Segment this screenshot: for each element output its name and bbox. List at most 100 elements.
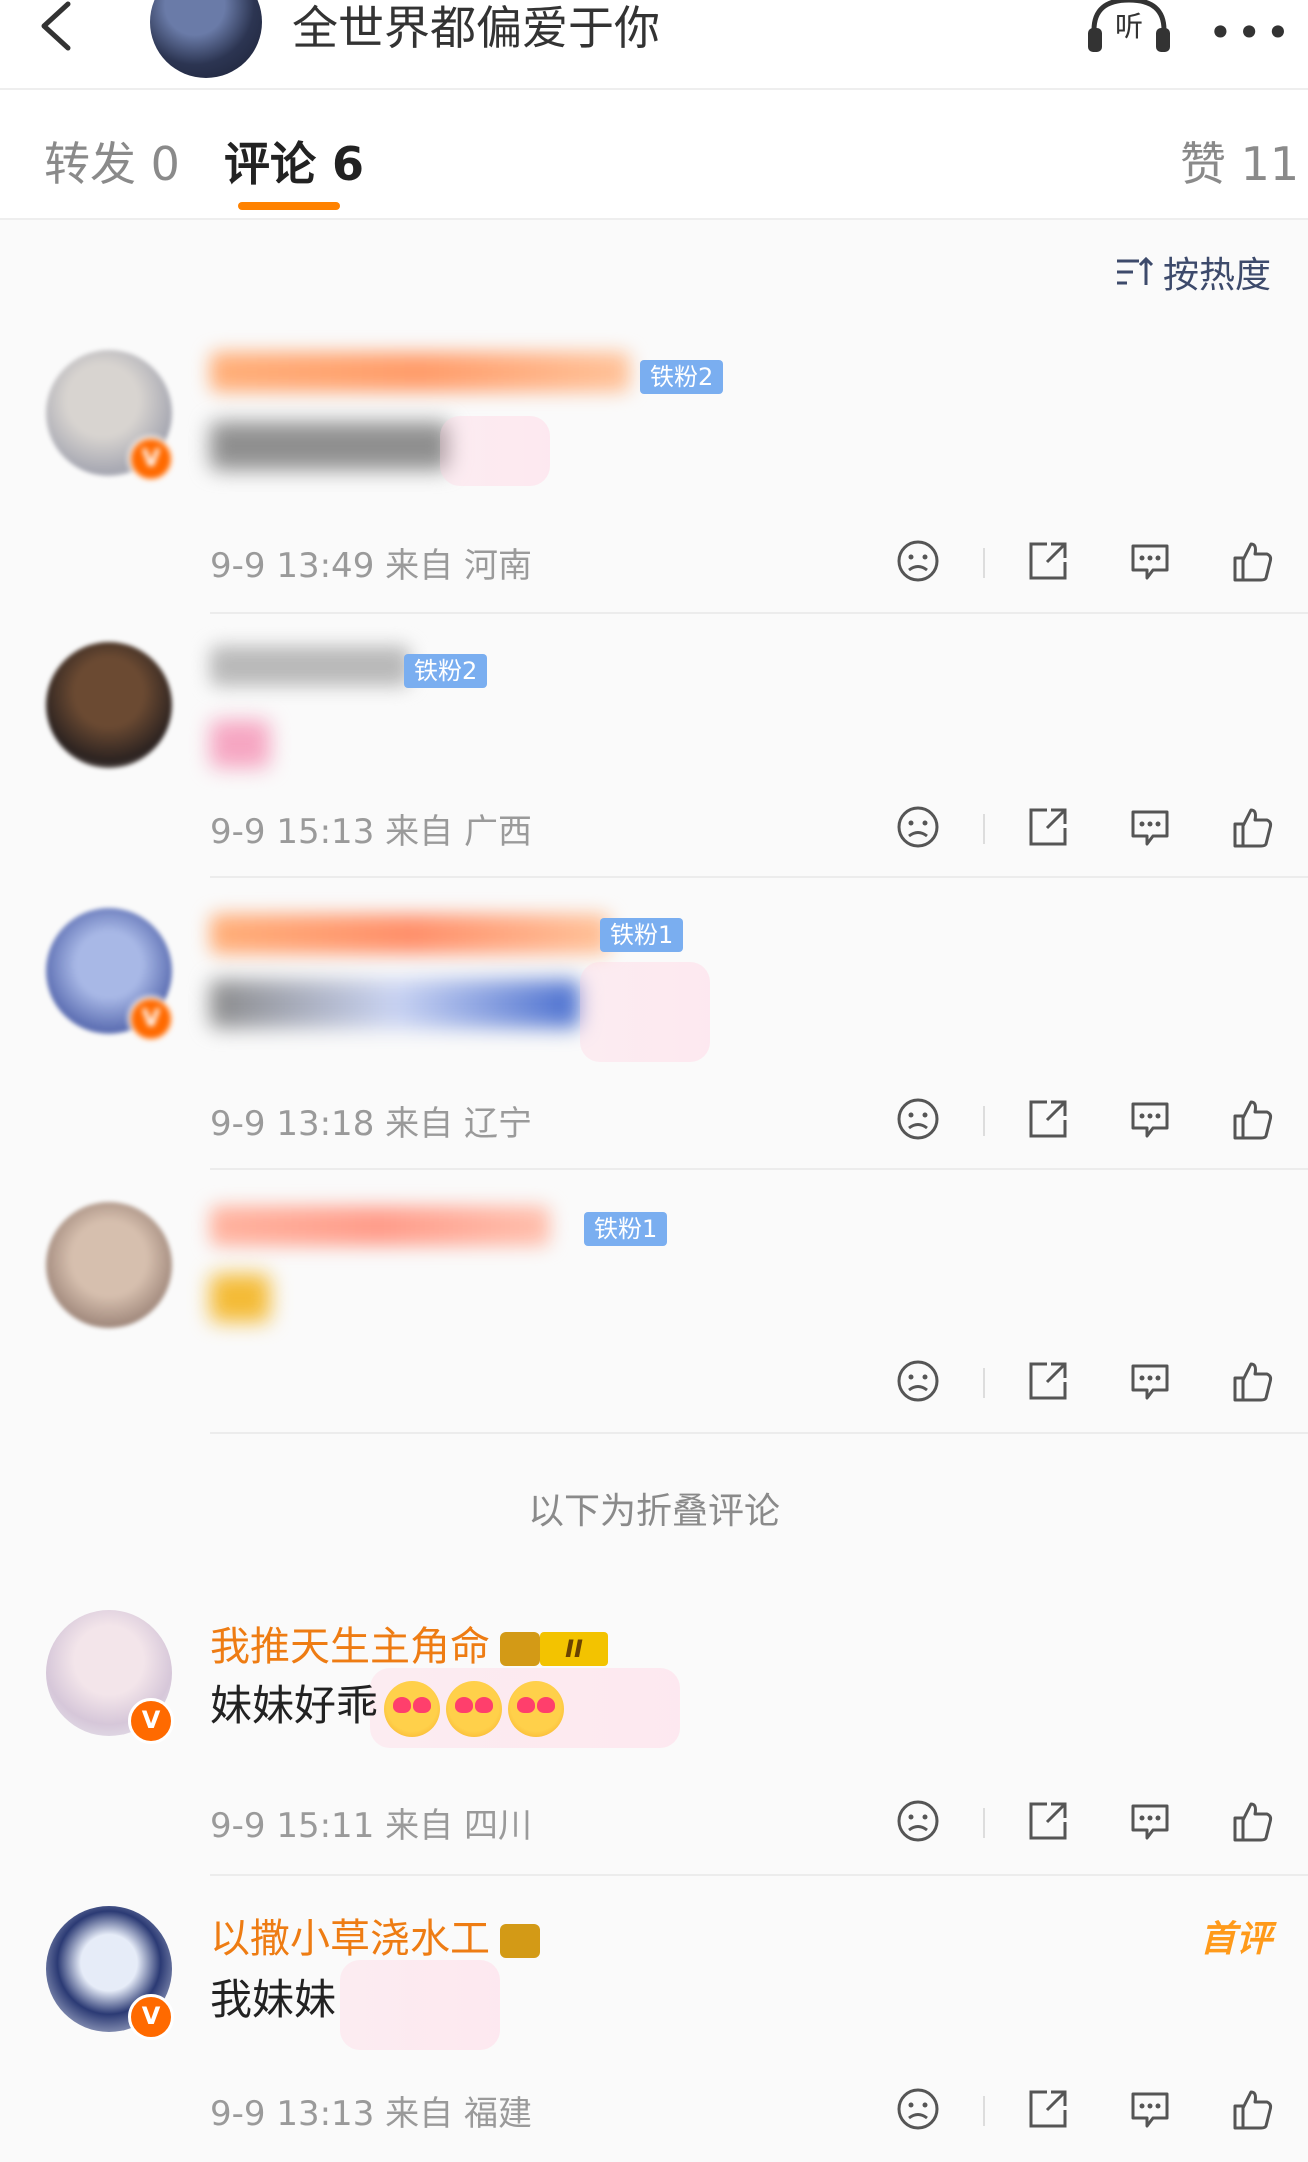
dislike-face-icon[interactable] — [895, 1096, 941, 1142]
active-tab-indicator — [238, 202, 340, 210]
more-menu-icon[interactable]: ••• — [1208, 8, 1294, 57]
comment-meta: 9-9 13:18 来自 辽宁 — [210, 1096, 532, 1145]
blurred-name — [210, 1206, 550, 1246]
share-icon[interactable] — [1025, 2086, 1071, 2132]
comment-time: 9-9 15:11 — [210, 1806, 375, 1846]
first-comment-tag: 首评 — [1200, 1919, 1273, 1960]
sticker — [340, 1960, 500, 2050]
comment-actions — [895, 2086, 1275, 2136]
comment-text: 妹妹好乖 — [210, 1681, 379, 1730]
dislike-face-icon[interactable] — [895, 1798, 941, 1844]
tab-likes-label: 赞 — [1180, 137, 1226, 191]
sticker — [440, 416, 550, 486]
share-icon[interactable] — [1025, 1358, 1071, 1404]
dislike-face-icon[interactable] — [895, 538, 941, 584]
post-title: 全世界都偏爱于你 — [292, 1, 660, 55]
back-arrow-icon[interactable] — [30, 0, 90, 60]
comment-actions — [895, 804, 1275, 854]
tab-reposts-count: 0 — [150, 137, 180, 191]
comment-actions — [895, 1798, 1275, 1848]
share-icon[interactable] — [1025, 538, 1071, 584]
reply-comment-icon[interactable] — [1127, 1798, 1173, 1844]
comment-time: 9-9 13:13 — [210, 2094, 375, 2134]
listen-label: 听 — [1115, 10, 1143, 43]
fan-badge: 铁粉1 — [584, 1212, 668, 1246]
comment-time: 9-9 15:13 — [210, 812, 375, 852]
tab-comments[interactable]: 评论 6 — [224, 128, 364, 194]
like-thumb-icon[interactable] — [1229, 1358, 1275, 1404]
like-thumb-icon[interactable] — [1229, 538, 1275, 584]
action-separator — [983, 2096, 985, 2126]
reply-comment-icon[interactable] — [1127, 804, 1173, 850]
reply-comment-icon[interactable] — [1127, 2086, 1173, 2132]
fan-badge: 铁粉2 — [404, 654, 488, 688]
blurred-name — [210, 352, 630, 392]
comment-location: 来自 四川 — [385, 1806, 532, 1846]
action-separator — [983, 548, 985, 578]
comment-actions — [895, 1096, 1275, 1146]
action-separator — [983, 814, 985, 844]
comment-location: 来自 广西 — [385, 812, 532, 852]
verified-badge: V — [128, 436, 174, 482]
comment-text: 我妹妹 — [210, 1975, 337, 2024]
listen-headphone-icon[interactable]: 听 — [1086, 0, 1172, 56]
dislike-face-icon[interactable] — [895, 804, 941, 850]
dislike-face-icon[interactable] — [895, 2086, 941, 2132]
comment-meta: 9-9 15:11 来自 四川 — [210, 1798, 532, 1847]
comment-location: 来自 河南 — [385, 546, 532, 586]
share-icon[interactable] — [1025, 1096, 1071, 1142]
comment-divider — [210, 1168, 1308, 1170]
commenter-avatar[interactable] — [46, 642, 172, 768]
like-thumb-icon[interactable] — [1229, 2086, 1275, 2132]
blurred-name — [210, 646, 410, 686]
like-thumb-icon[interactable] — [1229, 1096, 1275, 1142]
blurred-sticker — [210, 720, 270, 768]
comment-location: 来自 福建 — [385, 2094, 532, 2134]
dislike-face-icon[interactable] — [895, 1358, 941, 1404]
blurred-sticker — [210, 1274, 270, 1322]
commenter-name[interactable]: 以撒小草浇水工 — [210, 1916, 490, 1962]
verified-badge: V — [128, 1994, 174, 2040]
blurred-text — [210, 980, 580, 1028]
reply-comment-icon[interactable] — [1127, 1096, 1173, 1142]
author-avatar[interactable] — [150, 0, 262, 78]
tab-reposts-label: 转发 — [44, 137, 136, 191]
member-crown-icon — [500, 1632, 540, 1666]
sort-button[interactable]: 按热度 — [1115, 246, 1271, 298]
commenter-name-row: 我推天生主角命 II — [210, 1614, 608, 1672]
reply-comment-icon[interactable] — [1127, 1358, 1173, 1404]
comment-location: 来自 辽宁 — [385, 1104, 532, 1144]
commenter-name[interactable]: 我推天生主角命 — [210, 1624, 490, 1670]
member-crown-icon — [500, 1924, 540, 1958]
comment-meta: 9-9 13:13 来自 福建 — [210, 2086, 532, 2135]
member-level-badge: II — [540, 1632, 608, 1666]
blurred-text — [210, 422, 450, 470]
folded-comments-label[interactable]: 以下为折叠评论 — [0, 1482, 1308, 1534]
sort-icon — [1117, 256, 1153, 285]
like-thumb-icon[interactable] — [1229, 1798, 1275, 1844]
share-icon[interactable] — [1025, 1798, 1071, 1844]
comment-time: 9-9 13:49 — [210, 546, 375, 586]
tab-reposts[interactable]: 转发 0 — [44, 128, 180, 194]
verified-badge: V — [128, 996, 174, 1042]
commenter-avatar[interactable] — [46, 1202, 172, 1328]
heart-eyes-emoji-icon — [384, 1680, 441, 1737]
share-icon[interactable] — [1025, 804, 1071, 850]
tab-likes[interactable]: 赞 11 — [1180, 128, 1299, 194]
comment-time: 9-9 13:18 — [210, 1104, 375, 1144]
reply-comment-icon[interactable] — [1127, 538, 1173, 584]
fan-badge: 铁粉1 — [600, 918, 684, 952]
like-thumb-icon[interactable] — [1229, 804, 1275, 850]
action-separator — [983, 1368, 985, 1398]
tab-comments-count: 6 — [332, 137, 365, 191]
tab-bar: 转发 0 评论 6 赞 11 — [0, 90, 1308, 220]
comment-divider — [210, 1432, 1308, 1434]
comment-divider — [210, 612, 1308, 614]
action-separator — [983, 1808, 985, 1838]
sort-label: 按热度 — [1163, 255, 1272, 296]
heart-eyes-emoji-icon — [508, 1680, 565, 1737]
comment-meta: 9-9 15:13 来自 广西 — [210, 804, 532, 853]
heart-eyes-emoji-icon — [446, 1680, 503, 1737]
sticker — [580, 962, 710, 1062]
action-separator — [983, 1106, 985, 1136]
